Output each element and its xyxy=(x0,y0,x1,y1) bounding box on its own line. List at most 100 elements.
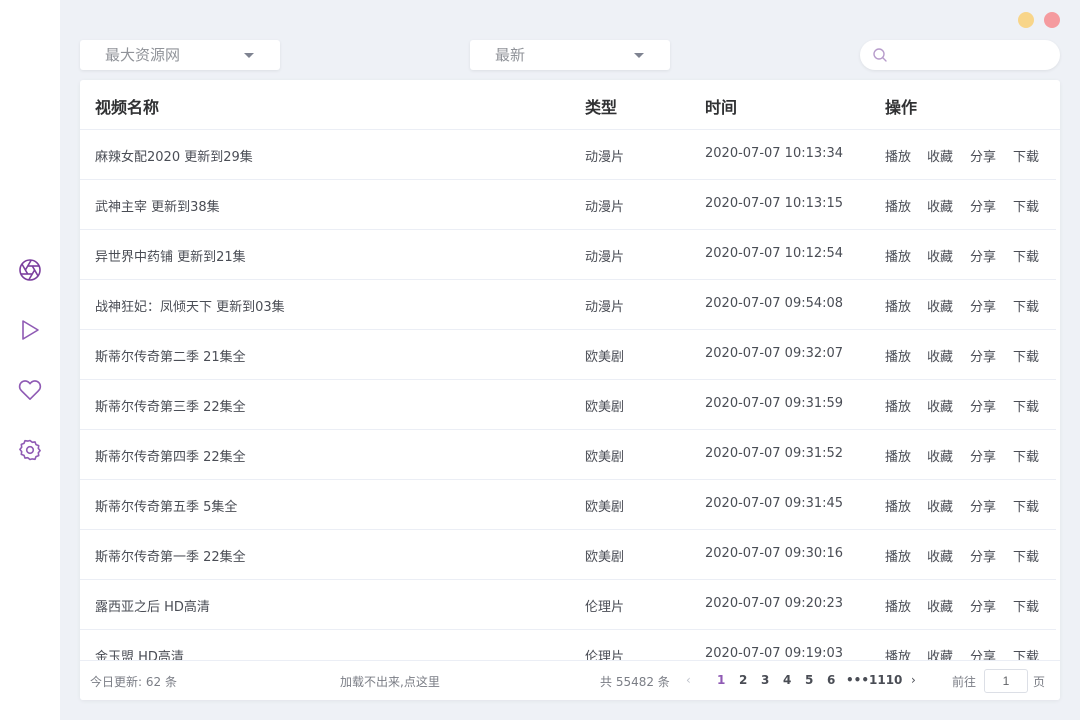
play-button[interactable]: 播放 xyxy=(885,446,911,465)
table-row: 金玉盟 HD高清 伦理片 2020-07-07 09:19:03 播放 收藏 分享 下载 xyxy=(80,630,1056,660)
download-button[interactable]: 下载 xyxy=(1013,146,1039,165)
sidebar xyxy=(0,0,60,720)
download-button[interactable]: 下载 xyxy=(1013,346,1039,365)
search-input[interactable] xyxy=(894,45,1044,65)
header-actions: 操作 xyxy=(885,98,918,117)
collect-button[interactable]: 收藏 xyxy=(927,446,953,465)
video-type: 动漫片 xyxy=(585,250,625,265)
sort-select[interactable]: 最新 xyxy=(470,40,670,70)
download-button[interactable]: 下载 xyxy=(1013,296,1039,315)
page-1[interactable]: 1 xyxy=(717,673,725,687)
page-2[interactable]: 2 xyxy=(739,673,747,687)
play-button[interactable]: 播放 xyxy=(885,646,911,660)
play-button[interactable]: 播放 xyxy=(885,246,911,265)
video-time: 2020-07-07 09:20:23 xyxy=(705,596,844,611)
collect-button[interactable]: 收藏 xyxy=(927,596,953,615)
share-button[interactable]: 分享 xyxy=(970,146,996,165)
table-row: 斯蒂尔传奇第五季 5集全 欧美剧 2020-07-07 09:31:45 播放 收藏 分享… xyxy=(80,480,1056,530)
page-4[interactable]: 4 xyxy=(783,673,791,687)
download-button[interactable]: 下载 xyxy=(1013,646,1039,660)
close-button[interactable] xyxy=(1044,12,1060,28)
download-button[interactable]: 下载 xyxy=(1013,596,1039,615)
collect-button[interactable]: 收藏 xyxy=(927,146,953,165)
source-select[interactable]: 最大资源网 xyxy=(80,40,280,70)
aperture-icon[interactable] xyxy=(18,258,42,282)
video-type: 动漫片 xyxy=(585,300,625,315)
page-3[interactable]: 3 xyxy=(761,673,769,687)
video-name: 武神主宰 更新到38集 xyxy=(95,200,220,215)
play-icon[interactable] xyxy=(18,318,42,342)
video-time: 2020-07-07 10:13:34 xyxy=(705,146,844,161)
table-body: 麻辣女配2020 更新到29集 动漫片 2020-07-07 10:13:34 播放收… xyxy=(80,130,1060,660)
heart-icon[interactable] xyxy=(18,378,42,402)
play-button[interactable]: 播放 xyxy=(885,146,911,165)
collect-button[interactable]: 收藏 xyxy=(927,346,953,365)
play-button[interactable]: 播放 xyxy=(885,296,911,315)
collect-button[interactable]: 收藏 xyxy=(927,396,953,415)
settings-icon[interactable] xyxy=(18,438,42,462)
sort-select-value: 最新 xyxy=(495,46,526,64)
table-row: 武神主宰 更新到38集 动漫片 2020-07-07 10:13:15 播放 收藏 分享下… xyxy=(80,180,1056,230)
table-row: 斯蒂尔传奇第三季 22集全 欧美剧 2020-07-07 09:31:59 播放 收藏分… xyxy=(80,380,1056,430)
video-time: 2020-07-07 09:54:08 xyxy=(705,296,844,311)
search-box xyxy=(860,40,1060,70)
share-button[interactable]: 分享 xyxy=(970,596,996,615)
play-button[interactable]: 播放 xyxy=(885,496,911,515)
play-button[interactable]: 播放 xyxy=(885,546,911,565)
video-time: 2020-07-07 09:19:03 xyxy=(705,646,844,660)
collect-button[interactable]: 收藏 xyxy=(927,296,953,315)
share-button[interactable]: 分享 xyxy=(970,546,996,565)
next-page-button[interactable]: › xyxy=(911,673,916,687)
play-button[interactable]: 播放 xyxy=(885,396,911,415)
share-button[interactable]: 分享 xyxy=(970,646,996,660)
share-button[interactable]: 分享 xyxy=(970,196,996,215)
download-button[interactable]: 下载 xyxy=(1013,446,1039,465)
collect-button[interactable]: 收藏 xyxy=(927,196,953,215)
total-count: 共 55482 条 xyxy=(600,675,670,689)
collect-button[interactable]: 收藏 xyxy=(927,646,953,660)
share-button[interactable]: 分享 xyxy=(970,246,996,265)
goto-page-input[interactable] xyxy=(984,669,1028,693)
page-5[interactable]: 5 xyxy=(805,673,813,687)
collect-button[interactable]: 收藏 xyxy=(927,496,953,515)
collect-button[interactable]: 收藏 xyxy=(927,246,953,265)
chevron-down-icon xyxy=(634,53,644,58)
share-button[interactable]: 分享 xyxy=(970,396,996,415)
share-button[interactable]: 分享 xyxy=(970,296,996,315)
reload-link[interactable]: 加载不出来,点这里 xyxy=(340,673,440,690)
download-button[interactable]: 下载 xyxy=(1013,246,1039,265)
play-button[interactable]: 播放 xyxy=(885,596,911,615)
minimize-button[interactable] xyxy=(1018,12,1034,28)
video-time: 2020-07-07 09:30:16 xyxy=(705,546,844,561)
more-pages-button[interactable]: ••• xyxy=(846,673,869,687)
header-type: 类型 xyxy=(585,98,618,117)
table-header: 视频名称 类型 时间 操作 xyxy=(80,80,1060,130)
share-button[interactable]: 分享 xyxy=(970,496,996,515)
chevron-down-icon xyxy=(244,53,254,58)
share-button[interactable]: 分享 xyxy=(970,346,996,365)
prev-page-button[interactable]: ‹ xyxy=(686,673,691,687)
video-time: 2020-07-07 09:31:52 xyxy=(705,446,844,461)
download-button[interactable]: 下载 xyxy=(1013,496,1039,515)
download-button[interactable]: 下载 xyxy=(1013,196,1039,215)
table-row: 麻辣女配2020 更新到29集 动漫片 2020-07-07 10:13:34 播放收… xyxy=(80,130,1056,180)
video-name: 战神狂妃：凤倾天下 更新到03集 xyxy=(95,300,285,315)
collect-button[interactable]: 收藏 xyxy=(927,546,953,565)
header-time: 时间 xyxy=(705,98,738,117)
video-time: 2020-07-07 09:32:07 xyxy=(705,346,844,361)
play-button[interactable]: 播放 xyxy=(885,196,911,215)
download-button[interactable]: 下载 xyxy=(1013,546,1039,565)
source-select-value: 最大资源网 xyxy=(105,46,181,64)
page-last[interactable]: 1110 xyxy=(869,673,902,687)
share-button[interactable]: 分享 xyxy=(970,446,996,465)
table-row: 战神狂妃：凤倾天下 更新到03集 动漫片 2020-07-07 09:54:08 播放… xyxy=(80,280,1056,330)
page-6[interactable]: 6 xyxy=(827,673,835,687)
goto-label: 前往 xyxy=(952,675,977,689)
download-button[interactable]: 下载 xyxy=(1013,396,1039,415)
table-row: 斯蒂尔传奇第四季 22集全 欧美剧 2020-07-07 09:31:52 播放 收藏分… xyxy=(80,430,1056,480)
play-button[interactable]: 播放 xyxy=(885,346,911,365)
video-type: 伦理片 xyxy=(585,600,625,615)
video-name: 斯蒂尔传奇第一季 22集全 xyxy=(95,550,246,565)
video-type: 欧美剧 xyxy=(585,400,625,415)
video-name: 斯蒂尔传奇第四季 22集全 xyxy=(95,450,246,465)
